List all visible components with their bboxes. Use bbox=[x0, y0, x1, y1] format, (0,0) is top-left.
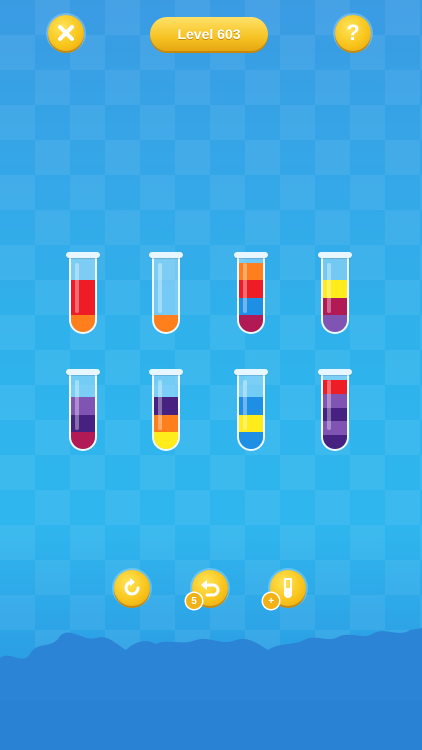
tube-rim bbox=[149, 369, 183, 375]
tube-body bbox=[237, 374, 265, 451]
tube-7[interactable] bbox=[234, 369, 268, 451]
liquid-layer-magenta bbox=[71, 431, 95, 449]
add-tube-icon bbox=[284, 578, 292, 598]
tube-body bbox=[152, 374, 180, 451]
tube-rim bbox=[149, 252, 183, 258]
tube-rim bbox=[234, 252, 268, 258]
restart-button[interactable] bbox=[114, 570, 150, 606]
liquid-layer-orange bbox=[154, 314, 178, 332]
undo-icon bbox=[201, 580, 220, 597]
tube-rim bbox=[234, 369, 268, 375]
tube-body bbox=[321, 257, 349, 334]
tube-2[interactable] bbox=[149, 252, 183, 334]
tube-shine bbox=[158, 380, 162, 430]
tube-body bbox=[237, 257, 265, 334]
add-tube-badge: + bbox=[263, 593, 279, 609]
liquid-layer-blue bbox=[239, 431, 263, 449]
question-icon: ? bbox=[346, 20, 360, 45]
tube-1[interactable] bbox=[66, 252, 100, 334]
tube-shine bbox=[75, 380, 79, 430]
liquid-layer-yellow bbox=[154, 431, 178, 449]
tube-4[interactable] bbox=[318, 252, 352, 334]
tube-shine bbox=[158, 263, 162, 313]
liquid-layer-orange bbox=[71, 314, 95, 332]
tube-body bbox=[69, 374, 97, 451]
tube-shine bbox=[327, 380, 331, 430]
tube-6[interactable] bbox=[149, 369, 183, 451]
tube-5[interactable] bbox=[66, 369, 100, 451]
tube-body bbox=[69, 257, 97, 334]
tube-3[interactable] bbox=[234, 252, 268, 334]
tube-8[interactable] bbox=[318, 369, 352, 451]
tube-shine bbox=[243, 263, 247, 313]
liquid-layer-magenta bbox=[239, 314, 263, 332]
close-button[interactable] bbox=[48, 15, 84, 51]
tube-rim bbox=[66, 252, 100, 258]
tube-rim bbox=[318, 252, 352, 258]
undo-count-badge: 5 bbox=[186, 593, 202, 609]
level-indicator: Level 603 bbox=[150, 17, 268, 51]
close-icon bbox=[58, 25, 74, 41]
tube-body bbox=[152, 257, 180, 334]
liquid-layer-dark_purple bbox=[323, 435, 347, 449]
tube-shine bbox=[243, 380, 247, 430]
help-button[interactable]: ? bbox=[335, 15, 371, 51]
restart-icon bbox=[124, 578, 140, 596]
liquid-layer-purple bbox=[323, 314, 347, 332]
tube-shine bbox=[75, 263, 79, 313]
tube-body bbox=[321, 374, 349, 451]
tube-rim bbox=[66, 369, 100, 375]
tube-rim bbox=[318, 369, 352, 375]
tube-shine bbox=[327, 263, 331, 313]
